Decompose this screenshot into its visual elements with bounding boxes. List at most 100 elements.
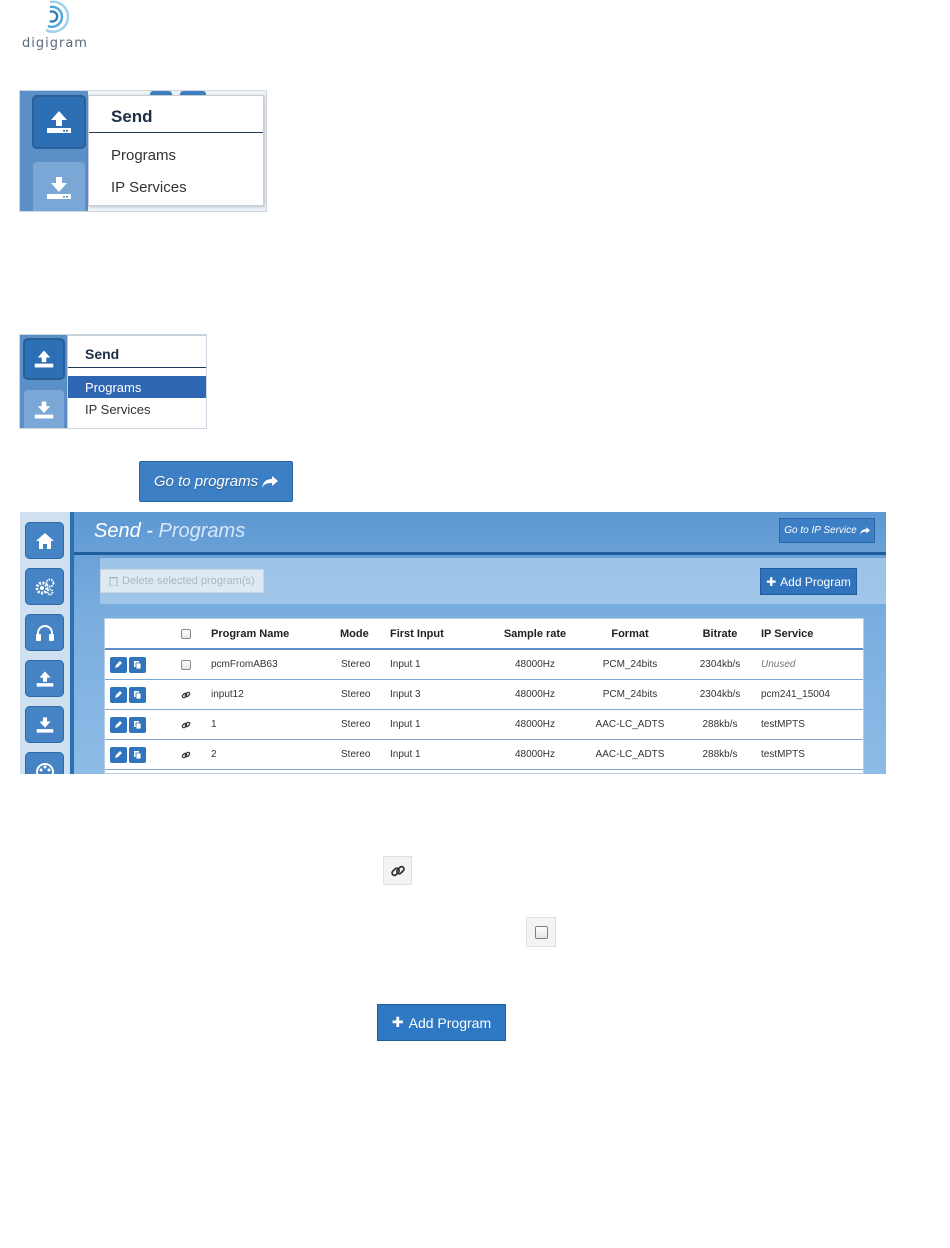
pencil-icon: [115, 661, 122, 668]
add-program-label: Add Program: [408, 1014, 492, 1031]
network-nav-button[interactable]: [25, 752, 64, 774]
home-nav-button[interactable]: [25, 522, 64, 559]
send-dropdown: Send Programs IP Services: [67, 335, 206, 428]
table-row: input12 Stereo Input 3 48000Hz PCM_24bit…: [105, 680, 863, 710]
program-mode: Stereo: [341, 659, 371, 670]
copy-icon: [134, 721, 142, 729]
header-first-input: First Input: [390, 627, 444, 640]
program-ip-service: testMPTS: [761, 749, 805, 760]
program-bitrate: 288kb/s: [702, 749, 738, 760]
copy-button[interactable]: [129, 686, 146, 703]
program-ip-service: pcm241_15004: [761, 689, 830, 700]
download-icon: [36, 716, 53, 733]
header-sample-rate: Sample rate: [503, 627, 567, 640]
row-actions: [110, 740, 148, 769]
programs-table: Program Name Mode First Input Sample rat…: [104, 618, 864, 774]
header-ip-service: IP Service: [761, 627, 814, 640]
row-link-indicator: [181, 710, 191, 739]
send-nav-button[interactable]: [32, 95, 86, 149]
download-icon: [47, 177, 71, 199]
edit-button[interactable]: [110, 716, 127, 733]
page-title-main: Send: [94, 520, 141, 542]
trash-icon: [109, 577, 118, 586]
copy-button[interactable]: [129, 746, 146, 763]
home-icon: [35, 532, 54, 549]
header-program-name: Program Name: [211, 627, 290, 640]
program-first-input: Input 3: [390, 689, 421, 700]
page-title-sub: Programs: [158, 520, 246, 542]
add-program-label: Add Program: [780, 574, 851, 589]
share-arrow-icon: [262, 475, 279, 488]
add-program-button[interactable]: ✚ Add Program: [760, 568, 857, 595]
link-icon: [181, 691, 191, 698]
program-sample-rate: 48000Hz: [514, 749, 556, 760]
menu-item-ip-services[interactable]: IP Services: [89, 175, 263, 196]
program-first-input: Input 1: [390, 749, 421, 760]
edit-button[interactable]: [110, 746, 127, 763]
settings-icon: [35, 578, 54, 595]
link-indicator-example: [383, 856, 412, 885]
digigram-logo: digigram: [22, 0, 92, 52]
receive-nav-button[interactable]: [25, 706, 64, 743]
link-icon: [181, 721, 191, 728]
add-program-button-example[interactable]: ✚ Add Program: [377, 1004, 506, 1041]
row-actions: [110, 680, 148, 709]
program-bitrate: 288kb/s: [702, 719, 738, 730]
header-format: Format: [611, 627, 649, 640]
receive-nav-button[interactable]: [32, 161, 86, 211]
checkbox-box: [534, 925, 548, 939]
copy-icon: [134, 691, 142, 699]
checkbox-example[interactable]: [526, 917, 556, 947]
send-nav-button[interactable]: [23, 338, 65, 380]
select-all-checkbox[interactable]: [181, 619, 191, 648]
row-select-checkbox[interactable]: [181, 650, 191, 679]
program-bitrate: 2304kb/s: [699, 689, 741, 700]
go-to-programs-label: Go to programs: [153, 473, 259, 490]
copy-icon: [134, 661, 142, 669]
upload-icon: [47, 111, 71, 133]
network-icon: [35, 762, 54, 774]
go-to-ip-service-label: Go to IP Service: [784, 525, 857, 536]
title-underline: [74, 552, 886, 555]
send-menu-hover: Send Programs IP Services: [19, 334, 207, 429]
program-name: input12: [211, 689, 244, 700]
delete-selected-label: Delete selected program(s): [122, 575, 255, 587]
delete-selected-button[interactable]: Delete selected program(s): [100, 569, 264, 593]
program-mode: Stereo: [341, 719, 371, 730]
row-link-indicator: [181, 740, 191, 769]
edit-button[interactable]: [110, 686, 127, 703]
go-to-programs-button[interactable]: Go to programs: [139, 461, 293, 502]
pencil-icon: [115, 751, 122, 758]
copy-button[interactable]: [129, 716, 146, 733]
plus-icon: ✚: [766, 574, 777, 589]
program-mode: Stereo: [341, 689, 371, 700]
send-nav-button[interactable]: [25, 660, 64, 697]
go-to-ip-service-button[interactable]: Go to IP Service: [779, 518, 875, 543]
menu-item-ip-services[interactable]: IP Services: [68, 398, 206, 420]
settings-nav-button[interactable]: [25, 568, 64, 605]
row-link-indicator: [181, 680, 191, 709]
header-bitrate: Bitrate: [702, 627, 738, 640]
monitor-nav-button[interactable]: [25, 614, 64, 651]
digigram-logo-icon: [45, 0, 70, 33]
menu-item-programs[interactable]: Programs: [89, 133, 263, 175]
menu-item-programs[interactable]: Programs: [68, 376, 206, 398]
header-mode: Mode: [340, 627, 369, 640]
copy-icon: [134, 751, 142, 759]
link-icon: [181, 751, 191, 758]
program-sample-rate: 48000Hz: [514, 719, 556, 730]
send-dropdown: Send Programs IP Services: [88, 95, 264, 206]
program-name: 1: [211, 719, 217, 730]
program-ip-service: testMPTS: [761, 719, 805, 730]
table-row: 2 Stereo Input 1 48000Hz AAC-LC_ADTS 288…: [105, 740, 863, 770]
share-arrow-icon: [859, 526, 870, 535]
receive-nav-button[interactable]: [23, 389, 65, 428]
send-menu-open: Send Programs IP Services: [19, 90, 267, 212]
program-format: AAC-LC_ADTS: [595, 719, 665, 730]
program-sample-rate: 48000Hz: [514, 689, 556, 700]
upload-icon: [36, 670, 53, 687]
copy-button[interactable]: [129, 656, 146, 673]
headphones-icon: [35, 624, 54, 641]
plus-icon: ✚: [391, 1014, 404, 1030]
edit-button[interactable]: [110, 656, 127, 673]
